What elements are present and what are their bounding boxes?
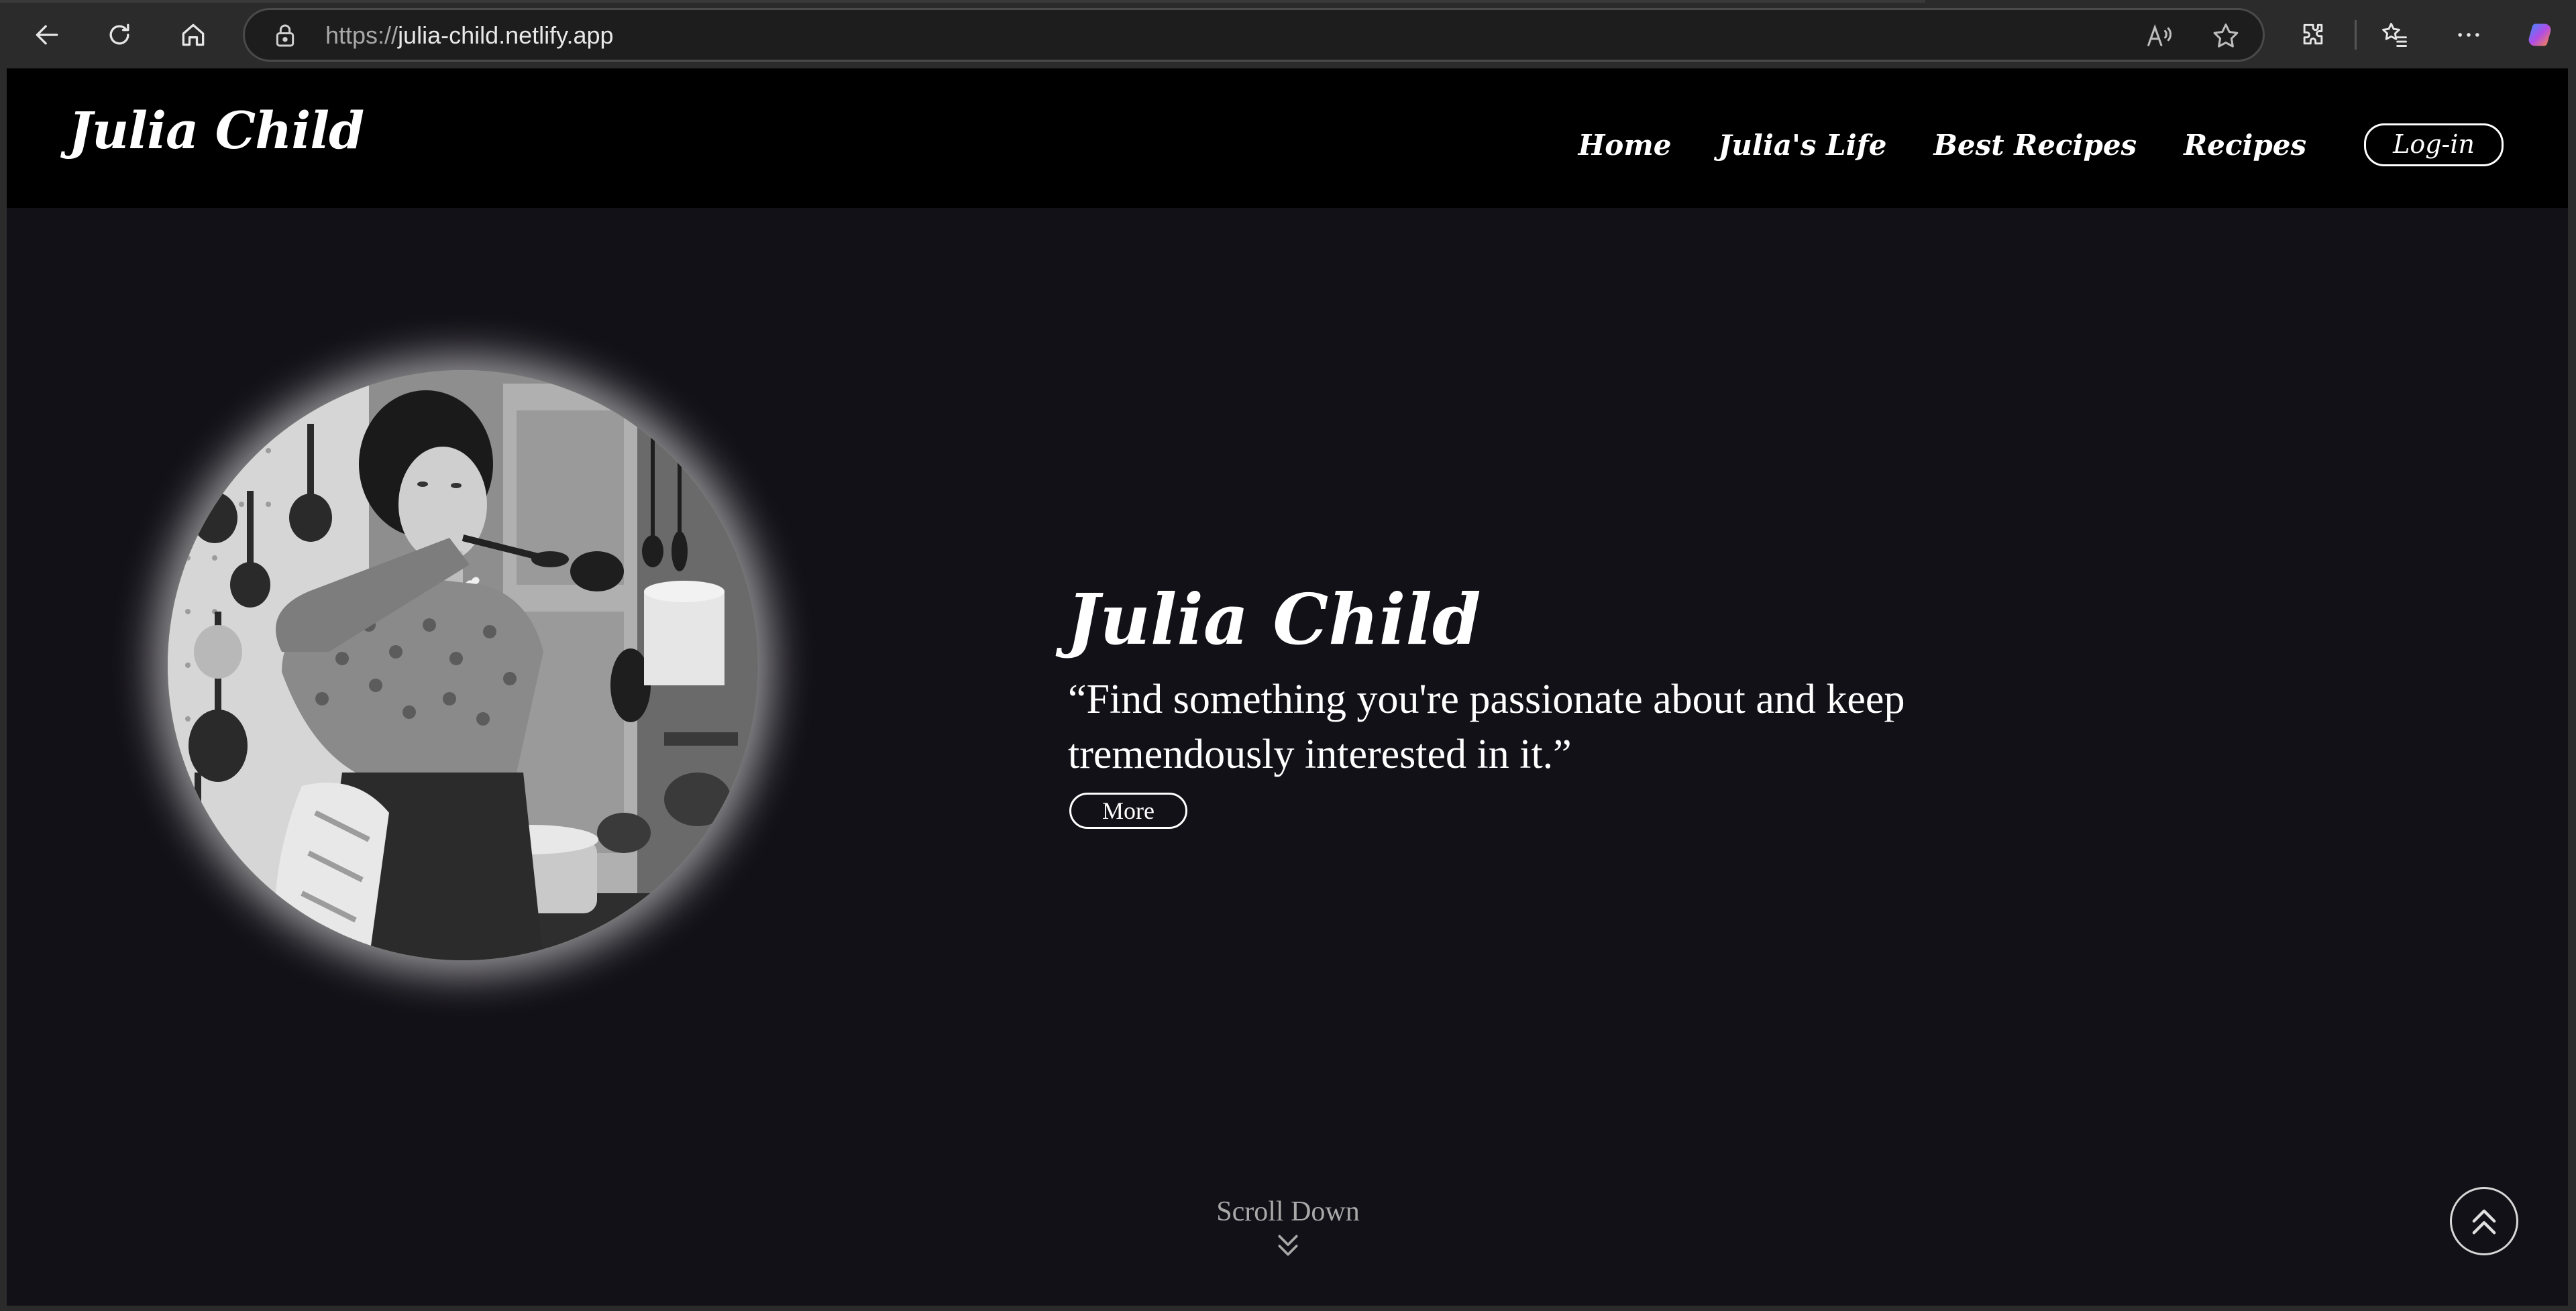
site-header: Julia Child Home Julia's Life Best Recip… [7,68,2568,208]
extensions-button[interactable] [2293,15,2333,55]
puzzle-icon [2303,23,2323,45]
favorites-icon [2382,23,2407,47]
star-icon[interactable] [2210,21,2241,52]
url-text[interactable]: https://julia-child.netlify.app [325,21,614,50]
more-button[interactable]: More [1069,793,1187,829]
portrait-image [168,370,758,960]
home-button[interactable] [173,15,213,55]
page-viewport: Julia Child Home Julia's Life Best Recip… [7,68,2568,1306]
nav-best-recipes[interactable]: Best Recipes [1933,129,2137,162]
nav-recipes[interactable]: Recipes [2184,129,2306,162]
back-to-top-button[interactable] [2450,1187,2518,1255]
loading-bar [0,0,1925,3]
scroll-down-link[interactable]: Scroll Down [1120,1195,1456,1259]
hero-title: Julia Child [1067,578,1481,661]
refresh-button[interactable] [99,15,140,55]
login-button[interactable]: Log-in [2364,123,2504,166]
nav-julias-life[interactable]: Julia's Life [1718,129,1886,162]
back-arrow-icon [36,25,58,45]
double-chevron-up-icon [2472,1209,2496,1235]
nav-home[interactable]: Home [1578,129,1672,162]
copilot-button[interactable] [2520,15,2560,55]
scroll-down-label: Scroll Down [1216,1196,1360,1227]
address-bar[interactable]: https://julia-child.netlify.app [243,8,2265,62]
double-chevron-down-icon [1278,1235,1298,1256]
ellipsis-icon [2458,33,2479,37]
home-icon [182,23,205,46]
more-button[interactable] [2449,15,2489,55]
toolbar-divider [2355,20,2357,50]
browser-toolbar: https://julia-child.netlify.app [0,0,2576,68]
main-nav: Home Julia's Life Best Recipes Recipes L… [1578,123,2504,166]
lock-icon[interactable] [272,22,299,49]
url-scheme: https:// [325,21,398,49]
copilot-icon [2528,23,2551,46]
julia-child-portrait [168,370,758,960]
favorites-button[interactable] [2375,15,2415,55]
back-button[interactable] [27,15,67,55]
hero-quote: “Find something you're passionate about … [1068,677,1905,777]
read-aloud-icon[interactable] [2143,21,2174,52]
site-logo[interactable]: Julia Child [68,101,364,160]
url-host: julia-child.netlify.app [398,21,614,49]
refresh-icon [109,23,129,45]
